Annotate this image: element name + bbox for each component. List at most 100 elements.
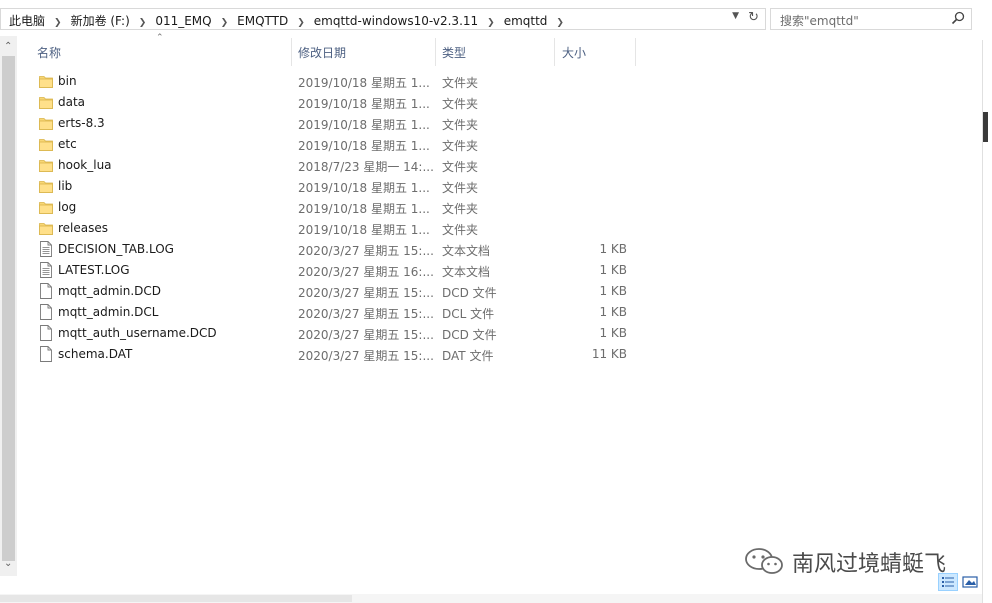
search-box[interactable]: 搜索"emqttd" xyxy=(770,8,972,30)
file-row[interactable]: etc 2019/10/18 星期五 1... 文件夹 xyxy=(30,134,635,155)
column-header-date[interactable]: 修改日期 xyxy=(292,38,435,66)
column-header-size[interactable]: 大小 xyxy=(555,38,635,66)
chevron-right-icon[interactable]: ❯ xyxy=(54,18,62,28)
file-type: 文件夹 xyxy=(442,118,479,132)
breadcrumb-item[interactable]: emqttd xyxy=(504,14,548,28)
file-size: 1 KB xyxy=(599,263,627,277)
search-icon[interactable] xyxy=(951,11,965,25)
horizontal-scrollbar[interactable] xyxy=(0,594,982,603)
column-header-type[interactable]: 类型 xyxy=(436,38,554,66)
file-date: 2019/10/18 星期五 1... xyxy=(298,223,430,237)
breadcrumb-item[interactable]: emqttd-windows10-v2.3.11 xyxy=(314,14,478,28)
column-header-name-label: 名称 xyxy=(37,46,62,60)
refresh-icon[interactable]: ↻ xyxy=(748,10,759,25)
file-name: DECISION_TAB.LOG xyxy=(58,242,174,256)
folder-icon xyxy=(39,199,53,215)
text-file-icon xyxy=(39,241,53,257)
chevron-right-icon[interactable]: ❯ xyxy=(487,18,495,28)
file-row[interactable]: log 2019/10/18 星期五 1... 文件夹 xyxy=(30,197,635,218)
file-date: 2020/3/27 星期五 15:... xyxy=(298,349,434,363)
column-divider[interactable] xyxy=(635,38,636,66)
details-view-button[interactable] xyxy=(938,573,958,591)
file-type: 文件夹 xyxy=(442,160,479,174)
file-name: data xyxy=(58,95,86,109)
file-type: DCL 文件 xyxy=(442,307,495,321)
file-name: erts-8.3 xyxy=(58,116,105,130)
file-date: 2020/3/27 星期五 16:... xyxy=(298,265,434,279)
file-icon xyxy=(39,346,53,362)
breadcrumb-item[interactable]: 011_EMQ xyxy=(155,14,211,28)
folder-icon xyxy=(39,115,53,131)
file-size: 1 KB xyxy=(599,242,627,256)
file-size: 11 KB xyxy=(591,347,627,361)
file-row[interactable]: schema.DAT 2020/3/27 星期五 15:... DAT 文件 11 K… xyxy=(30,344,635,365)
folder-icon xyxy=(39,94,53,110)
file-icon xyxy=(39,283,53,299)
file-icon xyxy=(39,304,53,320)
file-row[interactable]: bin 2019/10/18 星期五 1... 文件夹 xyxy=(30,71,635,92)
breadcrumb-item[interactable]: 此电脑 xyxy=(9,14,45,28)
scrollbar-thumb[interactable] xyxy=(0,595,352,602)
file-type: 文件夹 xyxy=(442,181,479,195)
file-date: 2020/3/27 星期五 15:... xyxy=(298,307,434,321)
chevron-right-icon[interactable]: ❯ xyxy=(139,18,147,28)
folder-icon xyxy=(39,73,53,89)
file-row[interactable]: lib 2019/10/18 星期五 1... 文件夹 xyxy=(30,176,635,197)
search-input[interactable]: 搜索"emqttd" xyxy=(780,12,859,29)
file-date: 2019/10/18 星期五 1... xyxy=(298,139,430,153)
file-row[interactable]: LATEST.LOG 2020/3/27 星期五 16:... 文本文档 1 KB xyxy=(30,260,635,281)
file-date: 2019/10/18 星期五 1... xyxy=(298,97,430,111)
file-date: 2019/10/18 星期五 1... xyxy=(298,181,430,195)
scroll-down-icon[interactable]: ⌄ xyxy=(4,558,12,569)
vertical-scrollbar[interactable]: ⌃ ⌄ xyxy=(0,36,17,576)
file-row[interactable]: mqtt_admin.DCD 2020/3/27 星期五 15:... DCD 文件… xyxy=(30,281,635,302)
window-edge-marker xyxy=(983,112,988,142)
file-row[interactable]: releases 2019/10/18 星期五 1... 文件夹 xyxy=(30,218,635,239)
breadcrumb[interactable]: 此电脑 ❯ 新加卷 (F:) ❯ 011_EMQ ❯ EMQTTD ❯ emqttd-windo… xyxy=(9,12,573,29)
breadcrumb-item[interactable]: EMQTTD xyxy=(237,14,288,28)
wechat-icon xyxy=(745,548,783,574)
chevron-down-icon[interactable]: ▼ xyxy=(732,11,739,21)
column-header-type-label: 类型 xyxy=(442,46,467,60)
file-date: 2018/7/23 星期一 14:... xyxy=(298,160,434,174)
file-icon xyxy=(39,325,53,341)
file-row[interactable]: mqtt_auth_username.DCD 2020/3/27 星期五 15:.… xyxy=(30,323,635,344)
address-bar[interactable]: 此电脑 ❯ 新加卷 (F:) ❯ 011_EMQ ❯ EMQTTD ❯ emqttd-windo… xyxy=(0,8,766,30)
text-file-icon xyxy=(39,262,53,278)
file-date: 2019/10/18 星期五 1... xyxy=(298,202,430,216)
column-header-name[interactable]: 名称 xyxy=(30,38,291,66)
file-row[interactable]: data 2019/10/18 星期五 1... 文件夹 xyxy=(30,92,635,113)
scroll-up-icon[interactable]: ⌃ xyxy=(4,41,12,52)
chevron-right-icon[interactable]: ❯ xyxy=(297,18,305,28)
file-name: mqtt_admin.DCD xyxy=(58,284,161,298)
file-name: bin xyxy=(58,74,77,88)
chevron-right-icon[interactable]: ❯ xyxy=(556,18,564,28)
file-size: 1 KB xyxy=(599,284,627,298)
breadcrumb-item[interactable]: 新加卷 (F:) xyxy=(71,14,130,28)
watermark-text: 南风过境蜻蜓飞 xyxy=(792,552,947,577)
folder-icon xyxy=(39,178,53,194)
folder-icon xyxy=(39,220,53,236)
file-name: schema.DAT xyxy=(58,347,133,361)
file-row[interactable]: erts-8.3 2019/10/18 星期五 1... 文件夹 xyxy=(30,113,635,134)
file-type: 文件夹 xyxy=(442,202,479,216)
column-header-date-label: 修改日期 xyxy=(298,46,347,60)
details-view-icon xyxy=(942,577,954,587)
file-name: hook_lua xyxy=(58,158,112,172)
file-name: etc xyxy=(58,137,77,151)
file-name: log xyxy=(58,200,77,214)
file-name: LATEST.LOG xyxy=(58,263,130,277)
file-type: 文本文档 xyxy=(442,265,491,279)
file-name: mqtt_auth_username.DCD xyxy=(58,326,217,340)
large-icons-view-button[interactable] xyxy=(960,573,980,591)
file-name: releases xyxy=(58,221,109,235)
scrollbar-thumb[interactable] xyxy=(2,56,15,561)
chevron-right-icon[interactable]: ❯ xyxy=(221,18,229,28)
file-row[interactable]: mqtt_admin.DCL 2020/3/27 星期五 15:... DCL 文件… xyxy=(30,302,635,323)
file-type: DCD 文件 xyxy=(442,286,497,300)
file-row[interactable]: DECISION_TAB.LOG 2020/3/27 星期五 15:... 文本文档… xyxy=(30,239,635,260)
column-header-size-label: 大小 xyxy=(562,46,587,60)
file-type: 文件夹 xyxy=(442,76,479,90)
file-type: DCD 文件 xyxy=(442,328,497,342)
file-row[interactable]: hook_lua 2018/7/23 星期一 14:... 文件夹 xyxy=(30,155,635,176)
